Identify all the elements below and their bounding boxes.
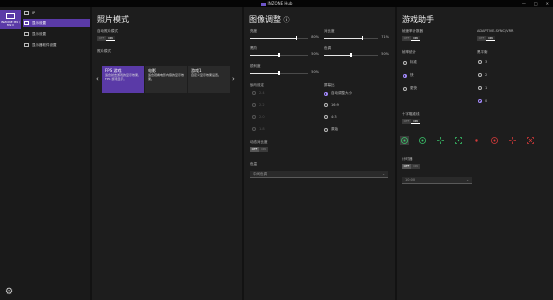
color-temp-select[interactable]: 中间色调 ⌄: [250, 171, 388, 178]
frame-counter-toggle[interactable]: OFF ON: [402, 36, 420, 41]
crosshair-ring-dot-icon[interactable]: [418, 136, 427, 145]
brightness-label: 亮度: [250, 29, 257, 33]
title-bar: INZONE Hub — □ ✕: [0, 0, 553, 7]
crosshair-ring-dot-icon[interactable]: [400, 136, 409, 145]
gamma-option[interactable]: 1.8: [252, 127, 265, 131]
vrr-label: ADAPTIVE-SYNC/VRR: [477, 29, 514, 33]
crosshair-dot-icon[interactable]: [472, 136, 481, 145]
crosshair-label: 十字瞄准线: [402, 112, 420, 116]
dynamic-contrast-toggle[interactable]: OFF ON: [250, 147, 268, 152]
aspect-label: 屏幕比: [324, 83, 335, 87]
vrr-toggle[interactable]: OFF ON: [477, 36, 495, 41]
crosshair-plus-icon[interactable]: [436, 136, 445, 145]
gear-icon[interactable]: ⚙: [5, 288, 13, 297]
sharpness-slider[interactable]: 50%: [250, 70, 319, 75]
sidebar-item-display[interactable]: 显示设置: [23, 30, 90, 38]
mode-card-movie[interactable]: 电影 适合观看电影内容的显示效果。: [145, 66, 187, 93]
aspect-option-original[interactable]: 原始: [324, 127, 338, 132]
maximize-button[interactable]: □: [534, 1, 538, 6]
crosshair-bracket-icon[interactable]: [526, 136, 535, 145]
timer-label: 计时器: [402, 157, 413, 161]
frame-stats-option[interactable]: 快: [403, 73, 414, 78]
sidebar: INZONE M9 / M9 II IP 显示设置 显示设置 显示器软件设置 ⚙: [0, 7, 90, 300]
device-name: INZONE M9 / M9 II: [0, 20, 21, 27]
frame-stats-option[interactable]: 标准: [403, 60, 417, 65]
display-icon: [24, 32, 29, 36]
gamma-option[interactable]: 2.2: [252, 103, 265, 107]
crosshair-bracket-icon[interactable]: [454, 136, 463, 145]
close-button[interactable]: ✕: [546, 1, 549, 6]
gamma-option[interactable]: 2.4: [252, 91, 265, 95]
auto-mode-toggle[interactable]: OFF ON: [97, 36, 115, 41]
frame-counter-label: 帧速率计数器: [402, 29, 423, 33]
crosshair-plus-icon[interactable]: [508, 136, 517, 145]
picture-mode-title: 照片模式: [97, 15, 129, 24]
sidebar-item-ip[interactable]: IP: [23, 9, 90, 17]
crosshair-toggle[interactable]: OFF ON: [402, 119, 420, 124]
crosshair-ring-dot-icon[interactable]: [490, 136, 499, 145]
black-balance-option[interactable]: 2: [478, 73, 487, 77]
chevron-right-icon[interactable]: ›: [232, 75, 235, 83]
brightness-slider[interactable]: 80%: [250, 35, 319, 40]
inzone-logo-icon: [260, 2, 266, 6]
sidebar-item-display-settings[interactable]: 显示设置: [23, 19, 90, 27]
hue-label: 色调: [324, 46, 331, 50]
window-controls: — □ ✕: [522, 0, 549, 7]
black-balance-option[interactable]: 3: [478, 60, 487, 64]
timer-toggle[interactable]: OFF ON: [402, 164, 420, 169]
contrast-label: 对比度: [324, 29, 335, 33]
aspect-option-4-3[interactable]: 4:3: [324, 115, 337, 119]
black-level-label: 黑阶: [250, 46, 257, 50]
chevron-left-icon[interactable]: ‹: [96, 75, 99, 83]
color-temp-label: 色温: [250, 162, 257, 166]
gamma-label: 伽马设定: [250, 83, 264, 87]
display-icon: [24, 21, 29, 25]
frame-stats-label: 帧率统计: [402, 50, 416, 54]
black-level-slider[interactable]: 50%: [250, 52, 319, 57]
display-icon: [24, 11, 29, 15]
game-assist-title: 游戏助手: [402, 15, 434, 24]
image-adjust-panel: 图像调整 ⓘ 亮度 80% 对比度 71% 黑阶 50% 色调 50% 锐利度 …: [244, 7, 395, 300]
mode-card-game1[interactable]: 游戏1 自定义显示效果设置。: [188, 66, 230, 93]
game-assist-panel: 游戏助手 帧速率计数器 OFF ON ADAPTIVE-SYNC/VRR OFF O…: [397, 7, 553, 300]
timer-select[interactable]: 10:00 ⌄: [402, 177, 472, 184]
contrast-slider[interactable]: 71%: [324, 35, 389, 40]
chevron-down-icon: ⌄: [382, 172, 385, 176]
aspect-option-auto[interactable]: 自动调整大小: [324, 91, 352, 96]
settings-list-icon: [24, 43, 29, 47]
chevron-down-icon: ⌄: [466, 178, 469, 182]
picture-mode-panel: 照片模式 自动照片模式 OFF ON 照片模式 ‹ FPS 游戏 适合射击游戏的显…: [92, 7, 242, 300]
sharpness-label: 锐利度: [250, 64, 261, 68]
mode-label: 照片模式: [97, 49, 111, 53]
device-tile[interactable]: INZONE M9 / M9 II: [0, 10, 21, 29]
hue-slider[interactable]: 50%: [324, 52, 389, 57]
crosshair-options: [400, 136, 535, 145]
app-title: INZONE Hub: [0, 1, 553, 6]
minimize-button[interactable]: —: [522, 1, 526, 6]
frame-stats-option[interactable]: 更快: [403, 86, 417, 91]
gamma-option[interactable]: 2.0: [252, 115, 265, 119]
mode-card-fps[interactable]: FPS 游戏 适合射击游戏的显示效果，FPS 游戏显示。: [102, 66, 144, 93]
dynamic-contrast-label: 动态对比度: [250, 140, 268, 144]
auto-mode-label: 自动照片模式: [97, 29, 118, 33]
help-circle-icon[interactable]: ⓘ: [284, 17, 290, 24]
sidebar-item-software-settings[interactable]: 显示器软件设置: [23, 41, 90, 49]
black-balance-label: 黑平衡: [477, 50, 488, 54]
aspect-option-16-9[interactable]: 16:9: [324, 103, 339, 107]
monitor-icon: [6, 13, 15, 19]
black-balance-option[interactable]: 1: [478, 86, 487, 90]
black-balance-option[interactable]: 0: [478, 99, 487, 103]
image-adjust-title: 图像调整 ⓘ: [249, 15, 290, 24]
